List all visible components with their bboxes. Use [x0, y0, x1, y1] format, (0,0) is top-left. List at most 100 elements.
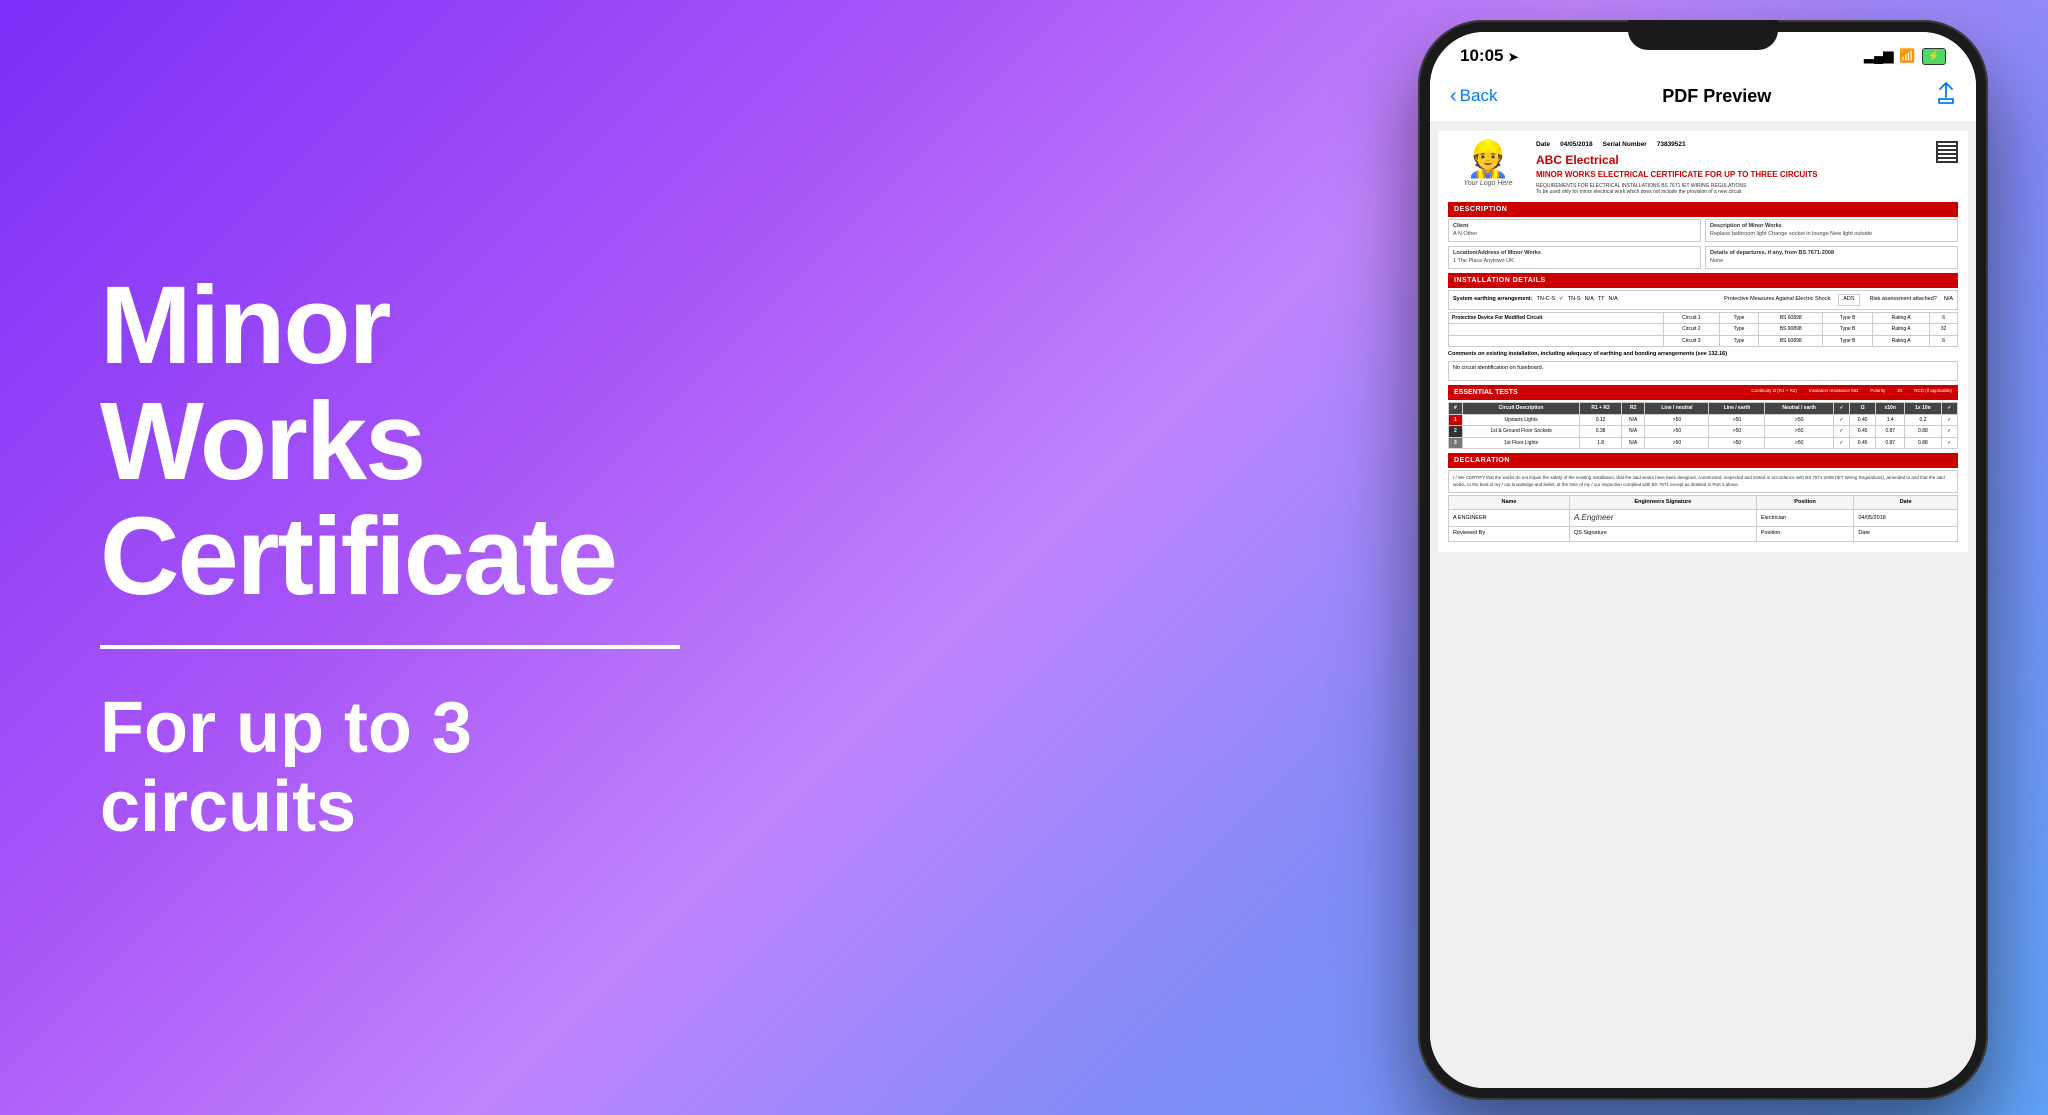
status-icons: ▂▄▆ 📶 ⚡: [1864, 48, 1946, 65]
row-r1r2-3: 1.8: [1580, 437, 1622, 449]
row-ohm-1: 0.45: [1850, 414, 1876, 426]
th-ne: Neutral / earth: [1765, 403, 1833, 415]
row-ne-2: >50: [1765, 426, 1833, 438]
reviewed-row: Reviewed By QS Signature Position Date: [1449, 527, 1958, 541]
th-le: Line / earth: [1709, 403, 1765, 415]
row-r1r2-2: 0.38: [1580, 426, 1622, 438]
battery-icon: ⚡: [1922, 48, 1946, 65]
essential-tests-label: ESSENTIAL TESTS: [1454, 388, 1518, 397]
pdf-header: 👷 Your Logo Here Date 04/05/2018 Serial …: [1448, 141, 1958, 196]
logo-placeholder-text: Your Logo Here: [1448, 179, 1528, 188]
row-chk2-2: ✓: [1941, 426, 1957, 438]
essential-tests-header: ESSENTIAL TESTS Continuity Ω (R1 + R2) I…: [1448, 385, 1958, 400]
date-label: Date: [1536, 141, 1550, 149]
row-1x10n-1: 0.2: [1905, 414, 1941, 426]
row-ln-1: >50: [1645, 414, 1709, 426]
earthing-row: System earthing arrangement: TN-C-S ✓ TN…: [1448, 290, 1958, 309]
row-chk2-1: ✓: [1941, 414, 1957, 426]
circuit-device-label: Protective Device For Modified Circuit: [1449, 312, 1664, 324]
phone-screen[interactable]: 10:05 ➤ ▂▄▆ 📶 ⚡ ‹ Back PDF Preview: [1430, 32, 1976, 1088]
th-chk1: ✓: [1833, 403, 1849, 415]
cert-title: MINOR WORKS ELECTRICAL CERTIFICATE FOR U…: [1536, 170, 1928, 180]
client-value: A N Other: [1453, 231, 1696, 238]
pdf-page: 👷 Your Logo Here Date 04/05/2018 Serial …: [1438, 131, 1968, 552]
circuit1-bs: BS 60898: [1759, 312, 1823, 324]
company-name: ABC Electrical: [1536, 153, 1928, 169]
circuit1-rating-val: 6: [1930, 312, 1958, 324]
check-tncs: ✓: [1559, 296, 1564, 303]
earthing-label: System earthing arrangement:: [1453, 296, 1532, 303]
row-le-3: >50: [1709, 437, 1765, 449]
declaration-text: I / We CERTIFY that the works do not imp…: [1448, 470, 1958, 493]
desc-minor-works-label: Description of Minor Works: [1710, 223, 1953, 230]
signature-header-row: Name Enginneers Signature Position Date: [1449, 495, 1958, 509]
comments-value: No circuit identification on fuseboard.: [1448, 361, 1958, 381]
comments-label: Comments on existing installation, inclu…: [1448, 351, 1958, 358]
wifi-icon: 📶: [1899, 48, 1915, 64]
circuit3-type: Type B: [1823, 335, 1873, 347]
test-row-1: 1 Upstairs Lights 0.12 N/A >50 >50 >50 ✓…: [1449, 414, 1958, 426]
phone-outer: 10:05 ➤ ▂▄▆ 📶 ⚡ ‹ Back PDF Preview: [1418, 20, 1988, 1100]
protective-measures-value: ADS: [1838, 294, 1859, 305]
risk-value: N/A: [1944, 296, 1953, 303]
share-button[interactable]: [1936, 82, 1956, 110]
eng-sig-col-header: Enginneers Signature: [1569, 495, 1756, 509]
row-x10n-2: 0.87: [1876, 426, 1905, 438]
polarity-label: Polarity: [1870, 388, 1885, 397]
insulation-label: Insulation resistance MΩ: [1809, 388, 1858, 397]
row-chk1-2: ✓: [1833, 426, 1849, 438]
circuit2-type-header: Type: [1719, 324, 1758, 336]
phone-container: 10:05 ➤ ▂▄▆ 📶 ⚡ ‹ Back PDF Preview: [1418, 20, 1988, 1100]
row-desc-2: 1st & Ground Floor Sockets: [1462, 426, 1580, 438]
row-r1r2-1: 0.12: [1580, 414, 1622, 426]
engineer-position: Electrician: [1756, 510, 1854, 527]
description-section-header: DESCRIPTION: [1448, 202, 1958, 217]
nav-title: PDF Preview: [1497, 86, 1936, 107]
pdf-date-row: Date 04/05/2018 Serial Number 73839521: [1536, 141, 1928, 149]
reviewed-by-label: Reviewed By: [1449, 527, 1570, 541]
row-num-3: 3: [1449, 437, 1463, 449]
date-value: 04/05/2018: [1560, 141, 1593, 149]
back-label: Back: [1460, 86, 1498, 106]
th-num: #: [1449, 403, 1463, 415]
row-1x10n-3: 0.88: [1905, 437, 1941, 449]
serial-value: 73839521: [1657, 141, 1686, 149]
row-x10n-1: 1.4: [1876, 414, 1905, 426]
circuit2-bs: BS 90898: [1759, 324, 1823, 336]
row-1x10n-2: 0.88: [1905, 426, 1941, 438]
circuit2-type: Type B: [1823, 324, 1873, 336]
row-r2-3: N/A: [1621, 437, 1645, 449]
qs-sig-label: QS Signature: [1569, 527, 1756, 541]
engineer-row: A ENGINEER A.Engineer Electrician 04/05/…: [1449, 510, 1958, 527]
description-grid: Client A N Other Description of Minor Wo…: [1448, 219, 1958, 270]
departures-label: Details of departures, if any, from BS 7…: [1710, 250, 1953, 257]
th-desc: Circuit Description: [1462, 403, 1580, 415]
location-label: Location/Address of Minor Works: [1453, 250, 1696, 257]
earthing-na2: N/A: [1608, 296, 1617, 303]
protective-measures-label: Protective Measures Against Electric Sho…: [1724, 296, 1830, 303]
th-chk2: ✓: [1941, 403, 1957, 415]
back-button[interactable]: ‹ Back: [1450, 85, 1497, 108]
subtitle: For up to 3 circuits: [100, 689, 740, 847]
row-x10n-3: 0.87: [1876, 437, 1905, 449]
signature-table: Name Enginneers Signature Position Date …: [1448, 495, 1958, 542]
row-num-1: 1: [1449, 414, 1463, 426]
earthing-tns: TN-S: [1568, 296, 1581, 303]
client-label: Client: [1453, 223, 1696, 230]
row-desc-1: Upstairs Lights: [1462, 414, 1580, 426]
earthing-tt: TT: [1598, 296, 1605, 303]
row-chk1-1: ✓: [1833, 414, 1849, 426]
circuit3-row: Circuit 3 Type BS 60898 Type B Rating A …: [1449, 335, 1958, 347]
row-chk1-3: ✓: [1833, 437, 1849, 449]
row-ln-2: >50: [1645, 426, 1709, 438]
circuits-table: Protective Device For Modified Circuit C…: [1448, 312, 1958, 348]
rcd-label: RCD (if applicable): [1914, 388, 1952, 397]
th-ohm: Ω: [1850, 403, 1876, 415]
date-col-header: Date: [1854, 495, 1958, 509]
status-time: 10:05 ➤: [1460, 46, 1518, 66]
logo-icon: 👷: [1448, 141, 1528, 177]
pdf-logo-box: 👷 Your Logo Here: [1448, 141, 1528, 188]
pdf-header-info: Date 04/05/2018 Serial Number 73839521 A…: [1536, 141, 1928, 196]
pdf-content[interactable]: 👷 Your Logo Here Date 04/05/2018 Serial …: [1430, 123, 1976, 1088]
row-le-2: >50: [1709, 426, 1765, 438]
